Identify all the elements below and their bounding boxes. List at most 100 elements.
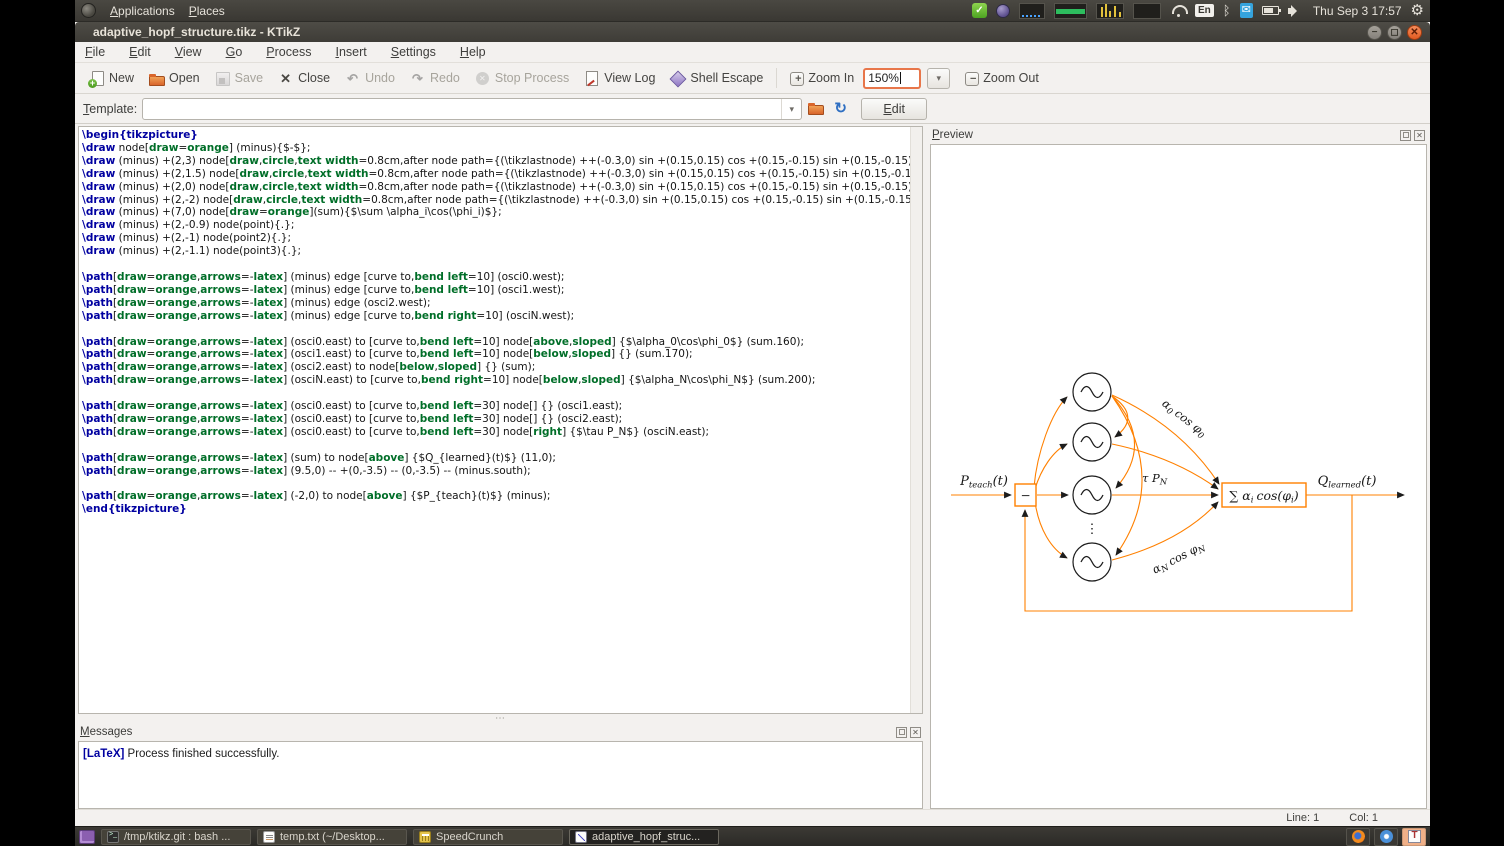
session-gear-icon[interactable]: ⚙ bbox=[1411, 3, 1424, 18]
editor-preview-splitter[interactable] bbox=[923, 126, 930, 809]
menu-help[interactable]: Help bbox=[460, 45, 486, 59]
monitor-widget[interactable] bbox=[1133, 3, 1161, 19]
minimize-button[interactable]: − bbox=[1367, 25, 1382, 40]
code-line: \path[draw=orange,arrows=-latex] (-2,0) … bbox=[82, 490, 908, 503]
task-speedcrunch[interactable]: SpeedCrunch bbox=[413, 829, 563, 845]
places-menu[interactable]: Places bbox=[189, 4, 225, 18]
latex-editor-icon bbox=[1408, 830, 1421, 843]
zoom-level-dropdown[interactable]: ▾ bbox=[927, 68, 950, 89]
cpu-monitor-widget[interactable] bbox=[1054, 3, 1087, 19]
shell-escape-button[interactable]: Shell Escape bbox=[664, 68, 768, 89]
menu-settings[interactable]: Settings bbox=[391, 45, 436, 59]
preview-canvas[interactable]: − ⋮ ∑ α bbox=[930, 144, 1427, 809]
code-line: \path[draw=orange,arrows=-latex] (osci2.… bbox=[82, 361, 908, 374]
menu-view[interactable]: View bbox=[175, 45, 202, 59]
menu-go[interactable]: Go bbox=[226, 45, 243, 59]
task-ktikz[interactable]: adaptive_hopf_struc... bbox=[569, 829, 719, 845]
template-refresh-icon[interactable]: ↻ bbox=[831, 99, 850, 119]
code-line: \path[draw=orange,arrows=-latex] (osci0.… bbox=[82, 426, 908, 439]
screen: Applications Places ✓ En ᛒ ✉ bbox=[0, 0, 1504, 846]
update-status-icon[interactable]: ✓ bbox=[972, 3, 987, 18]
osci0-to-osci2-arc bbox=[1112, 396, 1135, 488]
code-line: \path[draw=orange,arrows=-latex] (minus)… bbox=[82, 310, 908, 323]
text-caret bbox=[900, 72, 901, 84]
menu-insert[interactable]: Insert bbox=[335, 45, 366, 59]
q-learned-label: Qlearned(t) bbox=[1318, 474, 1377, 491]
messages-close-icon[interactable]: ✕ bbox=[910, 727, 921, 738]
status-line: Line: 1 bbox=[1286, 812, 1319, 824]
template-edit-button[interactable]: Edit bbox=[861, 98, 927, 120]
undo-icon: ↶ bbox=[344, 70, 361, 87]
desktop: Applications Places ✓ En ᛒ ✉ bbox=[75, 0, 1430, 846]
zoom-out-button[interactable]: Zoom Out bbox=[960, 68, 1044, 88]
messages-float-icon[interactable] bbox=[896, 727, 907, 738]
close-button[interactable]: ✕ bbox=[1407, 25, 1422, 40]
clock[interactable]: Thu Sep 3 17:57 bbox=[1313, 4, 1402, 18]
code-line bbox=[82, 258, 908, 271]
battery-icon[interactable] bbox=[1262, 6, 1279, 15]
template-dropdown-icon[interactable]: ▾ bbox=[781, 99, 801, 119]
close-file-icon: ✕ bbox=[277, 70, 294, 87]
code-line bbox=[82, 477, 908, 490]
keyboard-layout-indicator[interactable]: En bbox=[1195, 4, 1214, 17]
preview-close-icon[interactable]: ✕ bbox=[1414, 130, 1425, 141]
workspace-switcher-icon[interactable] bbox=[79, 830, 95, 844]
redo-button[interactable]: ↷Redo bbox=[404, 68, 465, 89]
code-line: \path[draw=orange,arrows=-latex] (minus)… bbox=[82, 284, 908, 297]
code-line: \path[draw=orange,arrows=-latex] (osci0.… bbox=[82, 413, 908, 426]
volume-icon[interactable] bbox=[1288, 5, 1304, 17]
distributor-logo-icon[interactable] bbox=[81, 3, 96, 18]
network-monitor-widget[interactable] bbox=[1019, 3, 1045, 19]
view-log-button[interactable]: View Log bbox=[578, 68, 660, 89]
preview-dock: Preview ✕ bbox=[930, 126, 1427, 809]
taskbar: /tmp/ktikz.git : bash ... temp.txt (~/De… bbox=[75, 826, 1430, 846]
app-indicator-icon[interactable] bbox=[996, 4, 1010, 18]
editor-scrollbar[interactable] bbox=[910, 127, 922, 713]
mail-icon[interactable]: ✉ bbox=[1240, 3, 1253, 18]
titlebar[interactable]: adaptive_hopf_structure.tikz - KTikZ − ◻… bbox=[75, 22, 1430, 42]
code-editor[interactable]: \begin{tikzpicture}\draw node[draw=orang… bbox=[78, 126, 923, 714]
zoom-in-button[interactable]: Zoom In bbox=[785, 68, 859, 88]
maximize-button[interactable]: ◻ bbox=[1387, 25, 1402, 40]
menu-file[interactable]: File bbox=[85, 45, 105, 59]
preview-float-icon[interactable] bbox=[1400, 130, 1411, 141]
task-speedcrunch-label: SpeedCrunch bbox=[436, 831, 503, 843]
new-button[interactable]: New bbox=[83, 68, 139, 89]
chromium-launcher[interactable] bbox=[1374, 828, 1398, 846]
code-line: \path[draw=orange,arrows=-latex] (osci0.… bbox=[82, 336, 908, 349]
firefox-launcher[interactable] bbox=[1346, 828, 1370, 846]
messages-log[interactable]: [LaTeX] Process finished successfully. bbox=[78, 741, 923, 809]
menu-edit[interactable]: Edit bbox=[129, 45, 151, 59]
load-histogram-widget[interactable] bbox=[1096, 3, 1124, 19]
editor-messages-splitter[interactable]: ⋯ bbox=[78, 714, 923, 723]
code-line: \path[draw=orange,arrows=-latex] (osciN.… bbox=[82, 374, 908, 387]
undo-label: Undo bbox=[365, 71, 395, 85]
tau-pn-label: τ PN bbox=[1142, 471, 1168, 488]
tikz-preview-diagram: − ⋮ ∑ α bbox=[931, 145, 1424, 809]
wifi-icon[interactable] bbox=[1170, 5, 1186, 17]
code-line: \path[draw=orange,arrows=-latex] (minus)… bbox=[82, 271, 908, 284]
code-line: \draw node[draw=orange] (minus){$-$}; bbox=[82, 142, 908, 155]
code-line: \begin{tikzpicture} bbox=[82, 129, 908, 142]
sum-label: ∑ αicos(φi) bbox=[1229, 488, 1298, 506]
code-line: \draw (minus) +(7,0) node[draw=orange](s… bbox=[82, 206, 908, 219]
save-button[interactable]: Save bbox=[209, 68, 269, 89]
latex-editor-launcher[interactable] bbox=[1402, 828, 1426, 846]
task-terminal[interactable]: /tmp/ktikz.git : bash ... bbox=[101, 829, 251, 845]
template-input[interactable]: ▾ bbox=[142, 98, 802, 120]
undo-button[interactable]: ↶ Undo bbox=[339, 68, 400, 89]
applications-menu[interactable]: Applications bbox=[110, 4, 175, 18]
code-line: \draw (minus) +(2,-1.1) node(point3){.}; bbox=[82, 245, 908, 258]
bluetooth-icon[interactable]: ᛒ bbox=[1223, 3, 1231, 18]
open-button[interactable]: Open bbox=[143, 68, 205, 89]
task-text-editor[interactable]: temp.txt (~/Desktop... bbox=[257, 829, 407, 845]
zoom-level-input[interactable]: 150% bbox=[863, 68, 921, 89]
toolbar: New Open Save ✕Close ↶ Undo ↷Redo Stop Pr… bbox=[75, 63, 1430, 94]
view-log-icon bbox=[583, 70, 600, 87]
close-file-button[interactable]: ✕Close bbox=[272, 68, 335, 89]
menu-process[interactable]: Process bbox=[266, 45, 311, 59]
messages-dock-header: Messages ✕ bbox=[78, 723, 923, 741]
stop-process-button[interactable]: Stop Process bbox=[469, 68, 574, 89]
view-log-label: View Log bbox=[604, 71, 655, 85]
template-open-icon[interactable] bbox=[807, 99, 826, 119]
